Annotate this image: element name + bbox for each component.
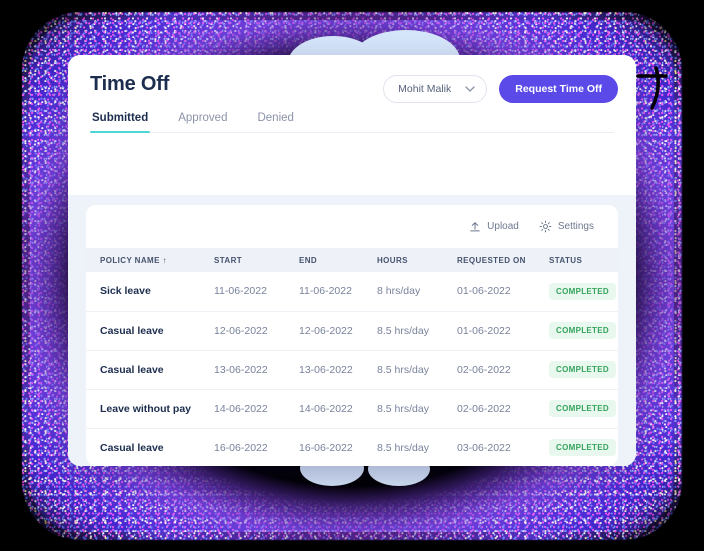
chevron-down-icon [465, 86, 475, 92]
table-row[interactable]: Sick leave 11-06-2022 11-06-2022 8 hrs/d… [86, 272, 618, 312]
upload-icon [470, 221, 480, 231]
time-off-card: Time Off Mohit Malik Request Time Off Su… [68, 55, 636, 466]
table-row[interactable]: Leave without pay 14-06-2022 14-06-2022 … [86, 389, 618, 429]
cell-status: COMPLETED [549, 311, 618, 351]
column-header-start[interactable]: START [214, 248, 299, 272]
status-badge: COMPLETED [549, 361, 616, 378]
table-row[interactable]: Casual leave 13-06-2022 13-06-2022 8.5 h… [86, 350, 618, 390]
cell-policy-name: Casual leave [86, 428, 214, 466]
cell-end: 16-06-2022 [299, 428, 377, 466]
cell-requested-on: 01-06-2022 [457, 311, 549, 351]
table-panel-background: Upload Settings POLICY NAME ↑ START END … [68, 195, 636, 466]
tab-denied[interactable]: Denied [255, 112, 295, 132]
table-toolbar: Upload Settings [86, 205, 618, 248]
cell-start: 12-06-2022 [214, 311, 299, 351]
cell-policy-name: Casual leave [86, 350, 214, 390]
tab-approved[interactable]: Approved [176, 112, 229, 132]
cell-status: COMPLETED [549, 389, 618, 429]
upload-button[interactable]: Upload [469, 221, 519, 233]
header-actions: Mohit Malik Request Time Off [383, 75, 618, 103]
cell-requested-on: 03-06-2022 [457, 428, 549, 466]
cell-status: COMPLETED [549, 428, 618, 466]
cell-start: 13-06-2022 [214, 350, 299, 390]
cell-hours: 8.5 hrs/day [377, 350, 457, 390]
settings-button[interactable]: Settings [539, 220, 594, 233]
column-label-policy-name: POLICY NAME [100, 255, 160, 265]
cell-hours: 8.5 hrs/day [377, 389, 457, 429]
cell-status: COMPLETED [549, 350, 618, 390]
status-badge: COMPLETED [549, 400, 616, 417]
cell-end: 11-06-2022 [299, 272, 377, 312]
gear-icon [539, 220, 552, 233]
card-header: Time Off Mohit Malik Request Time Off [68, 55, 636, 103]
tab-submitted[interactable]: Submitted [90, 112, 151, 133]
cell-policy-name: Leave without pay [86, 389, 214, 429]
table-row[interactable]: Casual leave 16-06-2022 16-06-2022 8.5 h… [86, 428, 618, 466]
cell-hours: 8.5 hrs/day [377, 311, 457, 351]
user-selector-value: Mohit Malik [398, 83, 452, 95]
cell-start: 14-06-2022 [214, 389, 299, 429]
table-header-row: POLICY NAME ↑ START END HOURS REQUESTED … [86, 248, 618, 272]
column-header-requested-on[interactable]: REQUESTED ON [457, 248, 549, 272]
tab-bar: Submitted Approved Denied [90, 112, 614, 133]
table-panel: Upload Settings POLICY NAME ↑ START END … [86, 205, 618, 466]
screenshot-stage: Time Off Mohit Malik Request Time Off Su… [0, 0, 704, 551]
column-header-end[interactable]: END [299, 248, 377, 272]
table-body: Sick leave 11-06-2022 11-06-2022 8 hrs/d… [86, 272, 618, 466]
user-selector-dropdown[interactable]: Mohit Malik [383, 75, 488, 103]
cell-requested-on: 01-06-2022 [457, 272, 549, 312]
cell-start: 11-06-2022 [214, 272, 299, 312]
time-off-table: POLICY NAME ↑ START END HOURS REQUESTED … [86, 248, 618, 466]
cell-policy-name: Sick leave [86, 272, 214, 312]
status-badge: COMPLETED [549, 439, 616, 456]
table-row[interactable]: Casual leave 12-06-2022 12-06-2022 8.5 h… [86, 311, 618, 351]
cell-end: 12-06-2022 [299, 311, 377, 351]
cell-end: 14-06-2022 [299, 389, 377, 429]
table-header: POLICY NAME ↑ START END HOURS REQUESTED … [86, 248, 618, 272]
request-time-off-button[interactable]: Request Time Off [499, 75, 618, 103]
settings-label: Settings [557, 221, 594, 232]
upload-label: Upload [487, 221, 519, 232]
column-header-policy-name[interactable]: POLICY NAME ↑ [86, 248, 214, 272]
cell-start: 16-06-2022 [214, 428, 299, 466]
cell-hours: 8.5 hrs/day [377, 428, 457, 466]
status-badge: COMPLETED [549, 322, 616, 339]
cell-hours: 8 hrs/day [377, 272, 457, 312]
cell-requested-on: 02-06-2022 [457, 389, 549, 429]
cell-requested-on: 02-06-2022 [457, 350, 549, 390]
sort-ascending-icon: ↑ [162, 255, 167, 265]
cell-policy-name: Casual leave [86, 311, 214, 351]
column-header-hours[interactable]: HOURS [377, 248, 457, 272]
cell-status: COMPLETED [549, 272, 618, 312]
column-header-status[interactable]: STATUS [549, 248, 618, 272]
status-badge: COMPLETED [549, 282, 616, 300]
cell-end: 13-06-2022 [299, 350, 377, 390]
